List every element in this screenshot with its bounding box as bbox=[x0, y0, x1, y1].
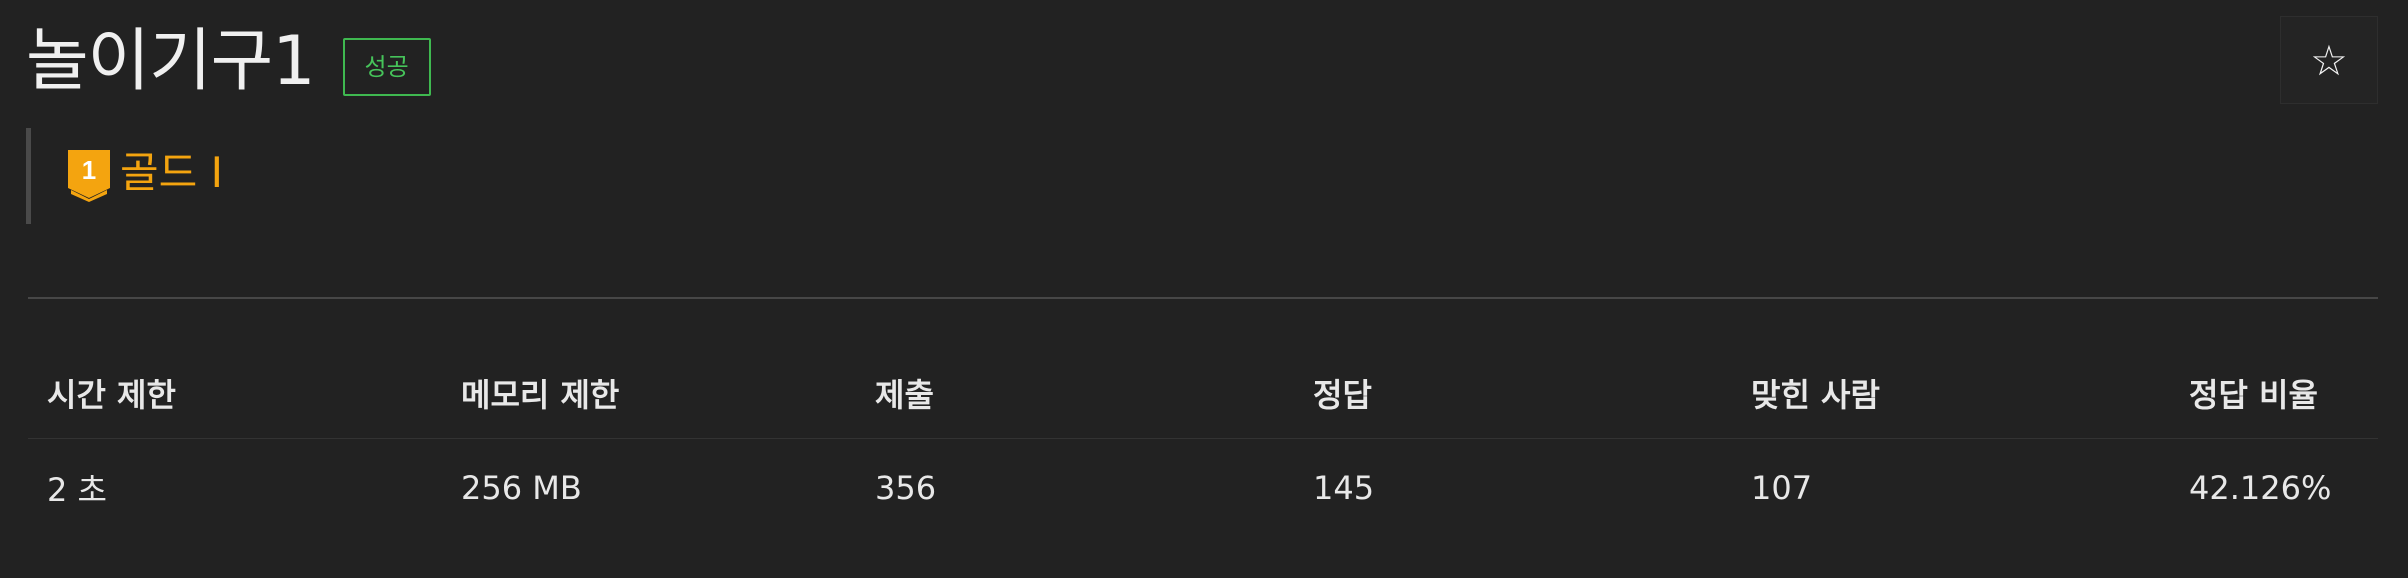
header-divider bbox=[28, 297, 2378, 299]
header-accepted: 정답 bbox=[1294, 350, 1732, 439]
status-badge: 성공 bbox=[342, 38, 431, 96]
problem-page: 놀이기구1 성공 ☆ 1 골드 I 시간 제한 메모리 제한 제출 정답 맞힌 … bbox=[0, 0, 2408, 578]
tier-label[interactable]: 골드 I bbox=[120, 147, 223, 199]
header-time-limit: 시간 제한 bbox=[28, 350, 442, 439]
header-accept-ratio: 정답 비율 bbox=[2170, 350, 2378, 439]
header-solved-users: 맞힌 사람 bbox=[1732, 350, 2170, 439]
table-header-row: 시간 제한 메모리 제한 제출 정답 맞힌 사람 정답 비율 bbox=[28, 350, 2378, 439]
value-time-limit: 2 초 bbox=[47, 471, 107, 509]
tier-number: 1 bbox=[82, 155, 96, 185]
value-memory-limit: 256 MB bbox=[461, 469, 582, 507]
tier-block: 1 골드 I bbox=[26, 128, 223, 224]
favorite-star-button[interactable]: ☆ bbox=[2280, 16, 2378, 104]
table-row: 2 초 256 MB 356 145 107 42.126% bbox=[28, 439, 2378, 536]
star-icon: ☆ bbox=[2310, 35, 2348, 85]
header-submissions: 제출 bbox=[856, 350, 1294, 439]
value-accept-ratio: 42.126% bbox=[2189, 469, 2332, 507]
gold-tier-icon: 1 bbox=[68, 150, 110, 202]
value-submissions[interactable]: 356 bbox=[856, 439, 1294, 536]
value-accepted[interactable]: 145 bbox=[1294, 439, 1732, 536]
value-solved-users[interactable]: 107 bbox=[1732, 439, 2170, 536]
problem-title: 놀이기구1 bbox=[26, 22, 316, 101]
problem-info-table: 시간 제한 메모리 제한 제출 정답 맞힌 사람 정답 비율 2 초 256 M… bbox=[28, 350, 2378, 535]
problem-header: 놀이기구1 성공 bbox=[26, 18, 431, 106]
header-memory-limit: 메모리 제한 bbox=[442, 350, 856, 439]
